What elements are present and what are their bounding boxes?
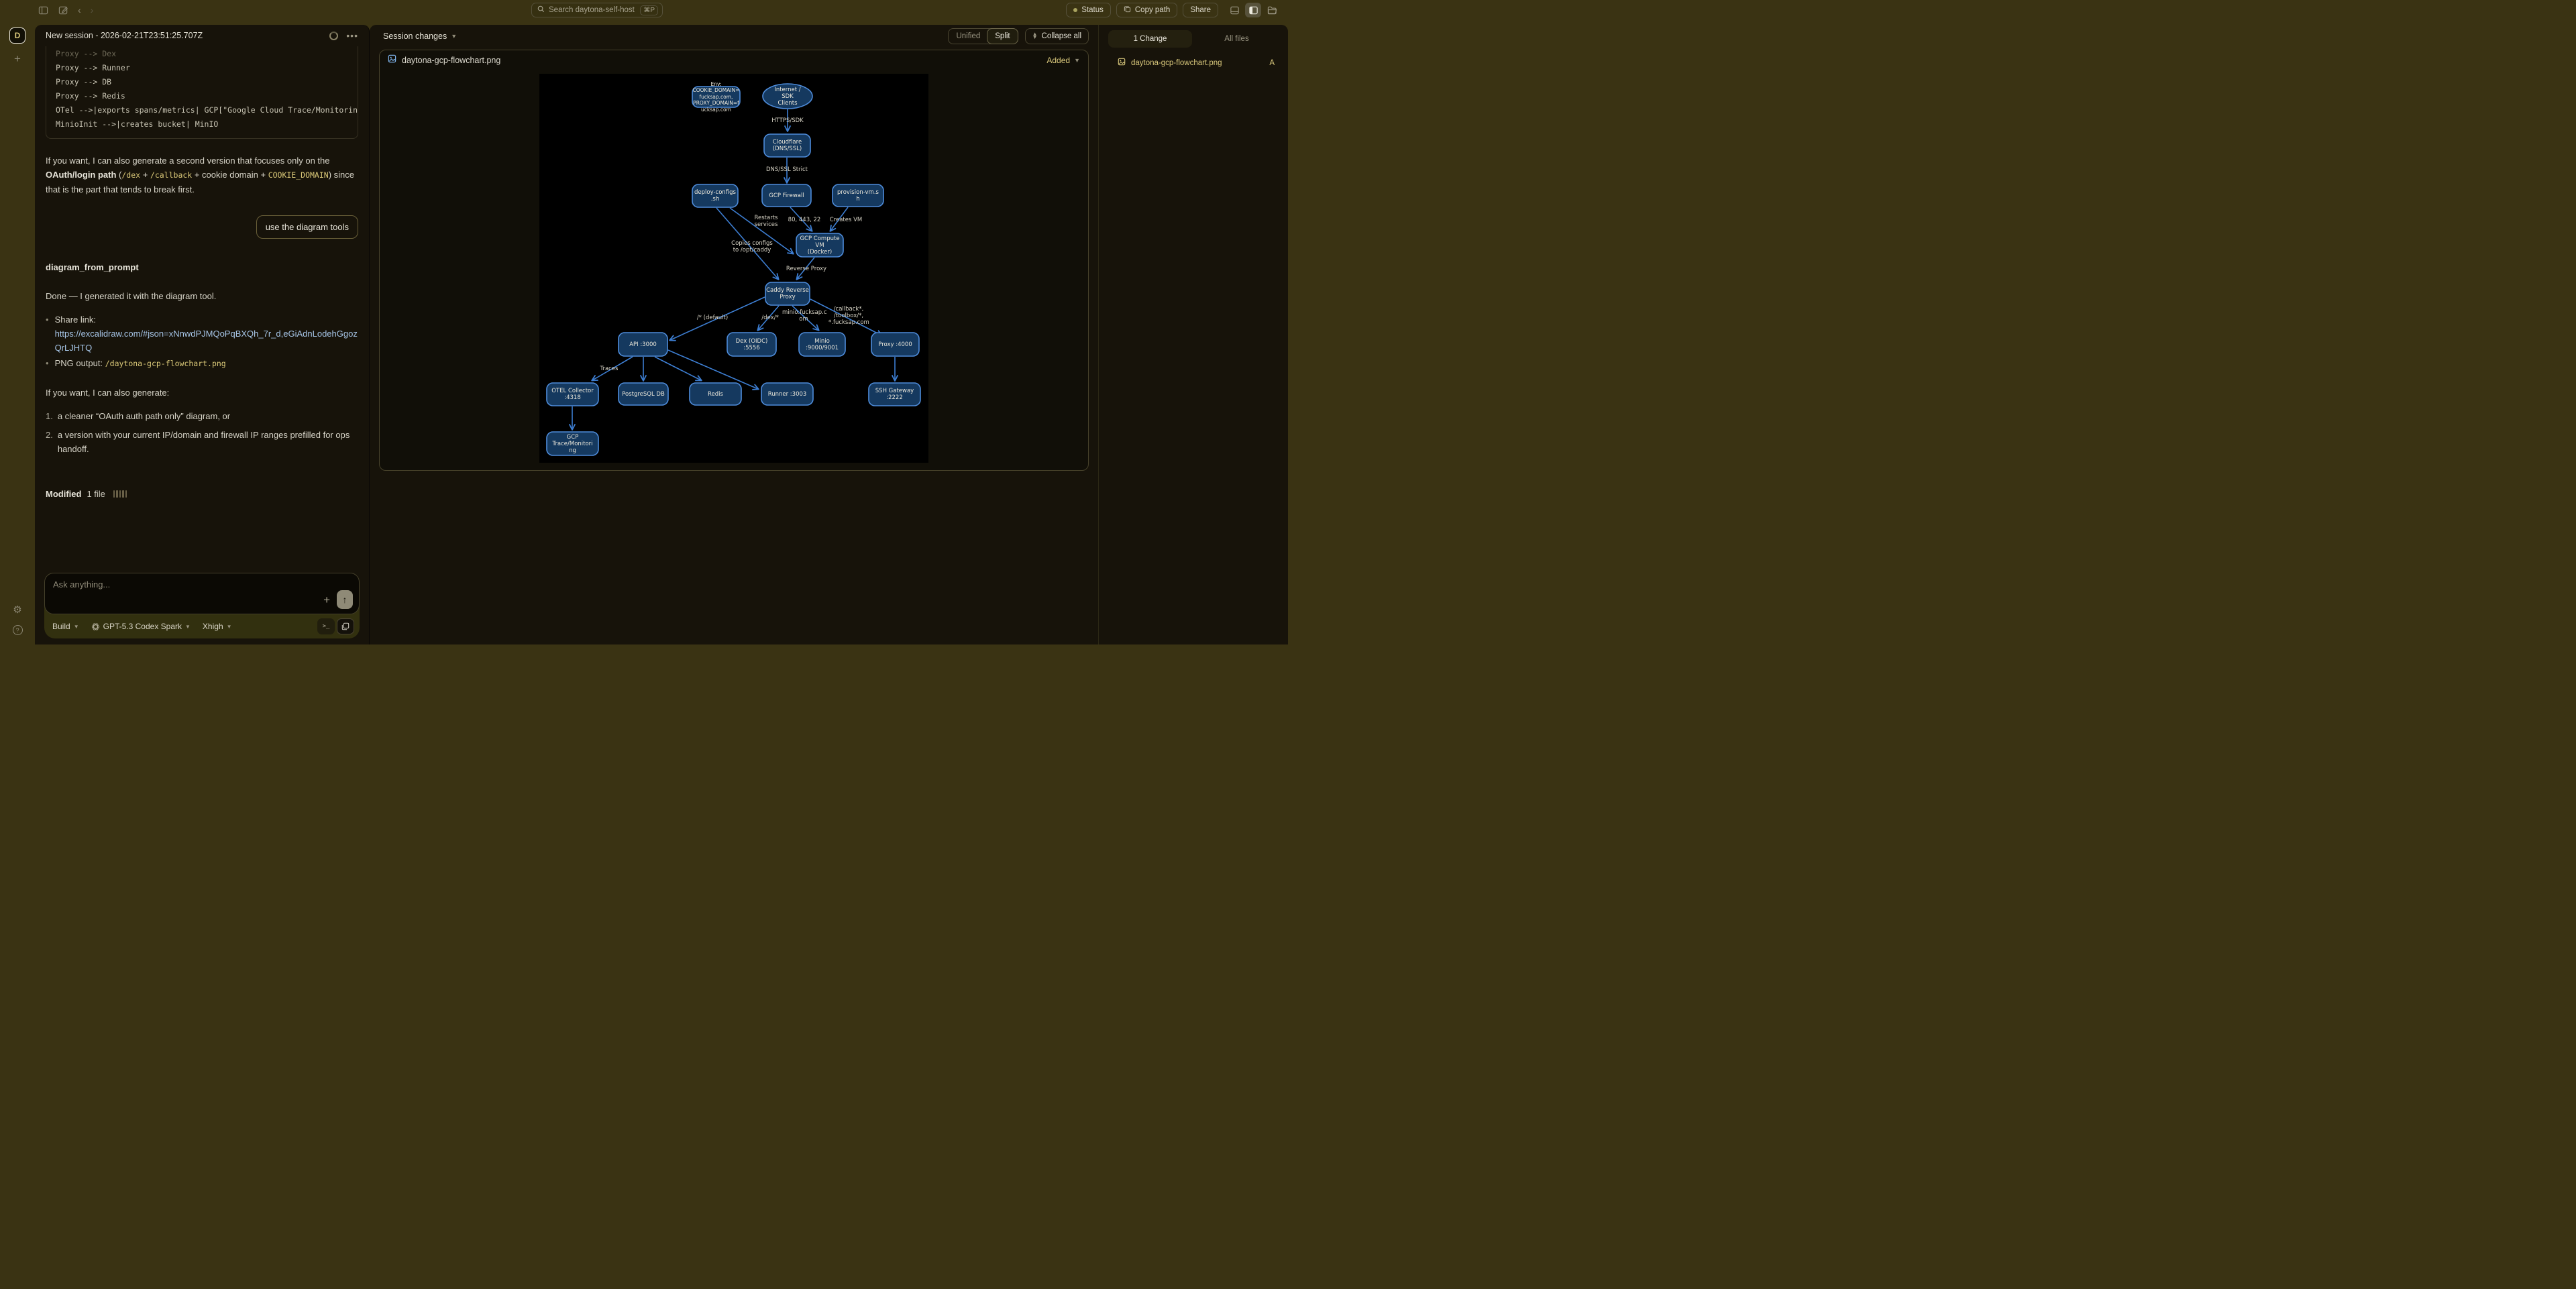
terminal-button[interactable]: >_: [317, 618, 335, 634]
session-menu-icon[interactable]: •••: [346, 30, 358, 41]
image-file-icon: [388, 54, 396, 66]
chevron-down-icon: ▼: [451, 33, 457, 40]
folder-icon[interactable]: [1264, 3, 1280, 17]
status-dot-icon: [1073, 8, 1077, 12]
copy-path-button[interactable]: Copy path: [1116, 3, 1177, 17]
unified-toggle[interactable]: Unified: [949, 29, 987, 44]
workspace-avatar[interactable]: D: [9, 27, 25, 44]
model-dropdown[interactable]: GPT-5.3 Codex Spark▼: [91, 622, 191, 631]
open-windows-button[interactable]: [337, 618, 354, 634]
chat-header: New session - 2026-02-21T23:51:25.707Z •…: [35, 25, 369, 46]
chevron-down-icon: ▼: [185, 624, 191, 630]
file-status-dropdown[interactable]: Added ▼: [1046, 56, 1080, 65]
back-icon[interactable]: ‹: [78, 5, 81, 15]
effort-dropdown[interactable]: Xhigh▼: [203, 622, 232, 631]
files-tabs: 1 Change All files: [1108, 30, 1279, 48]
file-name: daytona-gcp-flowchart.png: [1131, 59, 1264, 67]
topbar: ‹ › ⌘P Status Copy path Share: [0, 0, 1288, 20]
list-item: • PNG output: /daytona-gcp-flowchart.png: [46, 356, 358, 371]
modified-files-disclosure[interactable]: Modified 1 file: [46, 487, 358, 501]
collapse-all-button[interactable]: ▲▼ Collapse all: [1025, 28, 1089, 44]
chevron-down-icon: ▼: [74, 624, 79, 630]
openai-logo-icon: [91, 622, 100, 631]
diff-view-toggle: Unified Split: [948, 28, 1018, 44]
new-item-plus-icon[interactable]: +: [14, 53, 21, 64]
search-input[interactable]: [549, 6, 636, 14]
app-window: ‹ › ⌘P Status Copy path Share: [0, 0, 1288, 644]
bullet-icon: •: [46, 313, 49, 355]
composer-input-box[interactable]: + ↑: [44, 573, 360, 614]
settings-gear-icon[interactable]: ⚙: [13, 604, 21, 616]
chat-transcript: Proxy --> DexProxy --> RunnerProxy --> D…: [35, 46, 369, 573]
file-status-badge: Added: [1046, 56, 1070, 65]
code-block: Proxy --> DexProxy --> RunnerProxy --> D…: [46, 46, 358, 139]
search-icon: [537, 4, 545, 16]
image-file-icon: [1118, 57, 1126, 69]
tab-all-files[interactable]: All files: [1195, 30, 1279, 48]
changed-file-name: daytona-gcp-flowchart.png: [402, 56, 500, 65]
bullet-icon: •: [46, 356, 49, 371]
session-changes-header: Session changes ▼ Unified Split ▲▼ Colla…: [370, 25, 1098, 47]
bullet-list: • Share link: https://excalidraw.com/#js…: [46, 313, 358, 371]
workspace: D + ⚙ ? New session - 2026-02-21T23:51:2…: [0, 20, 1288, 644]
chat-panel: New session - 2026-02-21T23:51:25.707Z •…: [35, 25, 370, 644]
share-button[interactable]: Share: [1183, 3, 1218, 17]
session-changes-dropdown[interactable]: Session changes ▼: [383, 32, 457, 41]
chat-input[interactable]: [53, 579, 274, 606]
excalidraw-share-link[interactable]: https://excalidraw.com/#json=xNnwdPJMQoP…: [55, 329, 358, 353]
changed-file-card: daytona-gcp-flowchart.png Added ▼ Env: C…: [379, 50, 1089, 471]
composer-footer: Build▼ GPT-5.3 Codex Spark▼ Xhigh▼ >_: [44, 614, 360, 638]
session-title: New session - 2026-02-21T23:51:25.707Z: [46, 31, 203, 40]
panel-bottom-icon[interactable]: [1226, 3, 1242, 17]
right-card: Session changes ▼ Unified Split ▲▼ Colla…: [370, 25, 1288, 644]
global-search[interactable]: ⌘P: [531, 3, 663, 17]
session-changes-panel: Session changes ▼ Unified Split ▲▼ Colla…: [370, 25, 1098, 644]
assistant-paragraph: If you want, I can also generate:: [46, 386, 358, 400]
list-item: 2. a version with your current IP/domain…: [46, 428, 358, 456]
forward-icon[interactable]: ›: [91, 5, 94, 15]
send-button[interactable]: ↑: [337, 590, 353, 609]
panel-right-toggle-icon[interactable]: [1245, 3, 1261, 17]
list-item: • Share link: https://excalidraw.com/#js…: [46, 313, 358, 355]
tab-changes[interactable]: 1 Change: [1108, 30, 1192, 48]
copy-icon: [1124, 5, 1131, 15]
changed-file-header[interactable]: daytona-gcp-flowchart.png Added ▼: [380, 50, 1088, 70]
status-button[interactable]: Status: [1066, 3, 1111, 17]
chevron-down-icon: ▼: [1074, 57, 1080, 64]
mode-dropdown[interactable]: Build▼: [52, 622, 79, 631]
file-list-item[interactable]: daytona-gcp-flowchart.png A: [1099, 54, 1288, 72]
assistant-paragraph: If you want, I can also generate a secon…: [46, 154, 358, 197]
files-sidebar: 1 Change All files daytona-gcp-flowchart…: [1098, 25, 1288, 644]
ordered-list: 1. a cleaner “OAuth auth path only” diag…: [46, 409, 358, 456]
help-icon[interactable]: ?: [13, 625, 23, 635]
session-spinner-icon: [329, 32, 338, 40]
attach-plus-icon[interactable]: +: [323, 594, 330, 606]
tool-call-name: diagram_from_prompt: [46, 260, 358, 274]
left-rail: D + ⚙ ?: [0, 25, 35, 644]
collapse-icon: ▲▼: [1032, 33, 1038, 39]
flowchart-image: Env: COOKIE_DOMAIN= fucksap.com, PROXY_D…: [539, 74, 928, 463]
assistant-paragraph: Done — I generated it with the diagram t…: [46, 289, 358, 303]
chevron-down-icon: ▼: [227, 624, 232, 630]
file-added-badge: A: [1269, 59, 1275, 67]
list-item: 1. a cleaner “OAuth auth path only” diag…: [46, 409, 358, 423]
user-message-bubble: use the diagram tools: [256, 215, 358, 239]
split-toggle[interactable]: Split: [987, 28, 1018, 44]
composer: + ↑ Build▼ GPT-5.3 Codex Spark▼: [44, 573, 360, 638]
sidebar-toggle-icon[interactable]: [38, 5, 48, 15]
new-session-icon[interactable]: [58, 5, 68, 15]
diff-bars-icon: [113, 490, 127, 498]
search-shortcut: ⌘P: [640, 5, 658, 15]
